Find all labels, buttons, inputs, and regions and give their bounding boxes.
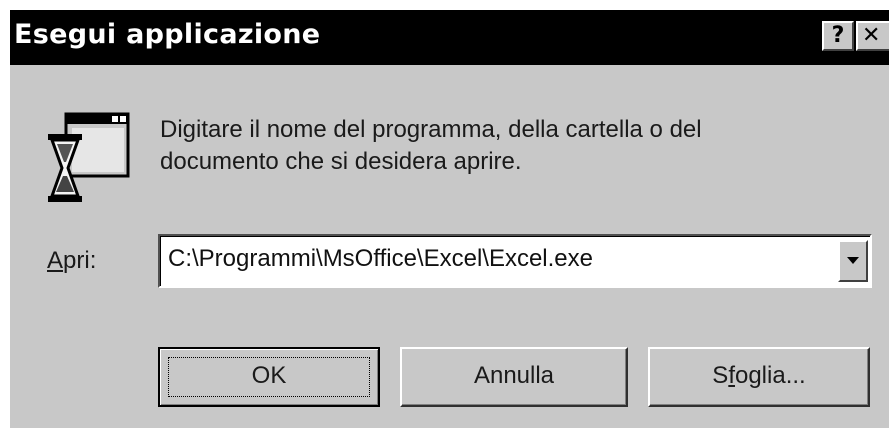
run-program-icon (46, 112, 132, 208)
dropdown-button[interactable] (838, 240, 868, 282)
browse-button[interactable]: Sfoglia... (648, 347, 870, 407)
browse-label-post: oglia... (734, 362, 806, 389)
cancel-button-label: Annulla (473, 362, 555, 389)
instruction-line-2: documento che si desidera aprire. (160, 148, 522, 175)
open-label-mnemonic: A (47, 247, 64, 274)
open-label: Apri: (47, 247, 96, 275)
run-dialog: Esegui applicazione ? ✕ Digitare il nome… (10, 10, 889, 428)
browse-label-pre: S (712, 362, 729, 389)
open-combobox[interactable]: C:\Programmi\MsOffice\Excel\Excel.exe (158, 234, 872, 288)
cancel-button[interactable]: Annulla (400, 347, 628, 407)
chevron-down-icon (847, 257, 859, 264)
ok-button-label: OK (251, 362, 287, 389)
help-button[interactable]: ? (822, 21, 854, 51)
open-combobox-value[interactable]: C:\Programmi\MsOffice\Excel\Excel.exe (168, 245, 593, 273)
instruction-line-1: Digitare il nome del programma, della ca… (160, 116, 702, 143)
title-bar[interactable]: Esegui applicazione ? ✕ (10, 10, 889, 65)
close-button[interactable]: ✕ (856, 21, 889, 51)
ok-button[interactable]: OK (158, 347, 380, 407)
instruction-text: Digitare il nome del programma, della ca… (160, 114, 860, 178)
browse-label-mnemonic: f (728, 362, 735, 389)
window-title: Esegui applicazione (14, 19, 321, 50)
open-label-rest: pri: (63, 247, 97, 274)
